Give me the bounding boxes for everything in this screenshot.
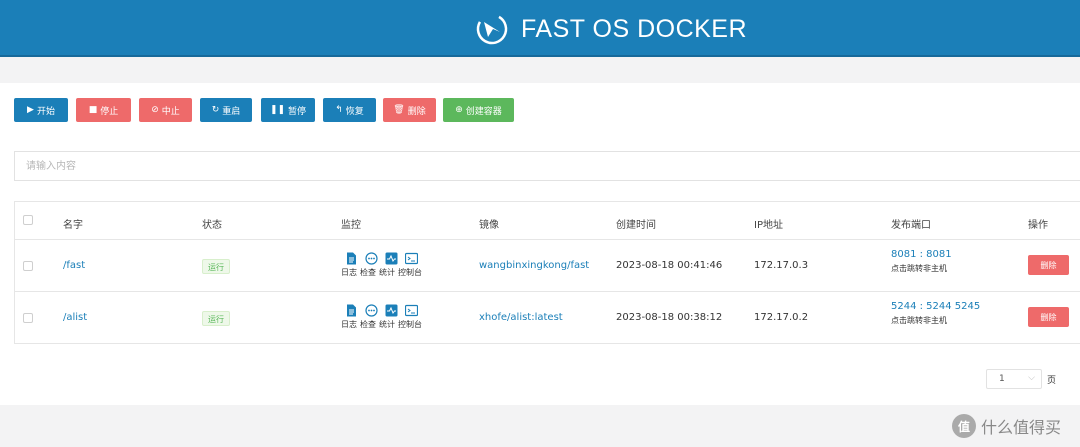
created-time: 2023-08-18 00:38:12	[616, 312, 723, 323]
select-all-checkbox[interactable]	[23, 215, 33, 225]
plus-circle-icon: ⊕	[455, 104, 463, 115]
row-delete-button[interactable]: 删除	[1028, 307, 1069, 327]
page-select-value: 1	[999, 374, 1005, 384]
brand: FAST OS DOCKER	[475, 9, 747, 49]
port-hint: 点击跳转非主机	[891, 316, 947, 325]
console-icon[interactable]	[401, 303, 421, 317]
stats-pulse-icon[interactable]	[381, 303, 401, 317]
table-header: 名字 状态 监控 镜像 创建时间 IP地址 发布端口 操作	[15, 202, 1080, 240]
status-badge: 运行	[202, 311, 230, 326]
ip-address: 172.17.0.3	[754, 260, 809, 271]
container-table: 名字 状态 监控 镜像 创建时间 IP地址 发布端口 操作 /fast 运行 日	[14, 201, 1080, 344]
undo-icon: ↰	[335, 104, 343, 115]
start-button[interactable]: ▶ 开始	[14, 98, 68, 122]
trash-icon: 🗑	[393, 104, 405, 115]
abort-button[interactable]: ⊘ 中止	[139, 98, 192, 122]
abort-label: 中止	[161, 106, 180, 117]
monitor-group: 日志 检查 统计 控制台	[341, 303, 433, 330]
delete-label: 删除	[407, 106, 426, 117]
column-header-ip: IP地址	[754, 220, 783, 231]
column-header-status: 状态	[202, 220, 222, 231]
console-icon[interactable]	[401, 251, 421, 265]
inspect-label: 检查	[360, 320, 376, 329]
table-row: /fast 运行 日志 检查 统计 控制台 wangbinxingkong/fa…	[15, 240, 1080, 292]
console-label: 控制台	[398, 320, 422, 329]
log-file-icon[interactable]	[341, 303, 361, 317]
image-link[interactable]: wangbinxingkong/fast	[479, 260, 589, 271]
port-mapping: 5244 : 5244 5245 点击跳转非主机	[891, 301, 980, 326]
image-link[interactable]: xhofe/alist:latest	[479, 312, 563, 323]
row-checkbox[interactable]	[23, 313, 33, 323]
stop-icon: ■	[88, 104, 98, 115]
stats-label: 统计	[379, 320, 395, 329]
restart-label: 重启	[222, 106, 241, 117]
restart-button[interactable]: ↻ 重启	[200, 98, 252, 122]
row-checkbox[interactable]	[23, 261, 33, 271]
monitor-group: 日志 检查 统计 控制台	[341, 251, 433, 278]
create-container-label: 创建容器	[465, 106, 502, 117]
fast-logo-icon	[476, 13, 508, 45]
app-header: FAST OS DOCKER	[0, 0, 1080, 57]
log-label: 日志	[341, 320, 357, 329]
chevron-down-icon: ⌵	[1028, 373, 1035, 383]
stats-label: 统计	[379, 268, 395, 277]
create-container-button[interactable]: ⊕ 创建容器	[443, 98, 514, 122]
table-row: /alist 运行 日志 检查 统计 控制台 xhofe/alist:lates…	[15, 292, 1080, 344]
port-link[interactable]: 5244 : 5244 5245	[891, 301, 980, 312]
column-header-monitor: 监控	[341, 220, 361, 231]
inspect-label: 检查	[360, 268, 376, 277]
play-icon: ▶	[27, 104, 34, 115]
ban-icon: ⊘	[151, 104, 159, 115]
pause-button[interactable]: ❚❚ 暂停	[261, 98, 315, 122]
resume-label: 恢复	[345, 106, 364, 117]
watermark-text: 什么值得买	[981, 418, 1062, 437]
log-file-icon[interactable]	[341, 251, 361, 265]
column-header-created: 创建时间	[616, 220, 656, 231]
pause-icon: ❚❚	[269, 104, 286, 115]
port-hint: 点击跳转非主机	[891, 264, 947, 273]
container-name-link[interactable]: /fast	[63, 260, 85, 271]
refresh-icon: ↻	[211, 104, 220, 115]
stats-pulse-icon[interactable]	[381, 251, 401, 265]
inspect-dots-icon[interactable]	[361, 251, 381, 265]
page-unit-label: 页	[1047, 376, 1057, 386]
column-header-actions: 操作	[1028, 220, 1048, 231]
console-label: 控制台	[398, 268, 422, 277]
row-delete-button[interactable]: 删除	[1028, 255, 1069, 275]
container-name-link[interactable]: /alist	[63, 312, 87, 323]
port-link[interactable]: 8081 : 8081	[891, 249, 952, 260]
stop-label: 停止	[100, 106, 119, 117]
search-input[interactable]	[15, 152, 1080, 180]
app-title: FAST OS DOCKER	[521, 14, 748, 43]
search-box	[14, 151, 1080, 181]
stop-button[interactable]: ■ 停止	[76, 98, 131, 122]
column-header-name: 名字	[63, 220, 83, 231]
page-select[interactable]: 1 ⌵	[986, 369, 1042, 389]
pause-label: 暂停	[288, 106, 307, 117]
created-time: 2023-08-18 00:41:46	[616, 260, 723, 271]
inspect-dots-icon[interactable]	[361, 303, 381, 317]
port-mapping: 8081 : 8081 点击跳转非主机	[891, 249, 952, 274]
main-panel: ▶ 开始 ■ 停止 ⊘ 中止 ↻ 重启 ❚❚ 暂停 ↰ 恢复 🗑 删除 ⊕ 创建…	[0, 83, 1080, 405]
column-header-ports: 发布端口	[891, 220, 931, 231]
log-label: 日志	[341, 268, 357, 277]
ip-address: 172.17.0.2	[754, 312, 809, 323]
watermark: 值 什么值得买	[952, 412, 1061, 440]
delete-button[interactable]: 🗑 删除	[383, 98, 436, 122]
watermark-logo-icon: 值	[952, 414, 976, 438]
column-header-image: 镜像	[479, 220, 499, 231]
resume-button[interactable]: ↰ 恢复	[323, 98, 376, 122]
status-badge: 运行	[202, 259, 230, 274]
start-label: 开始	[36, 106, 55, 117]
